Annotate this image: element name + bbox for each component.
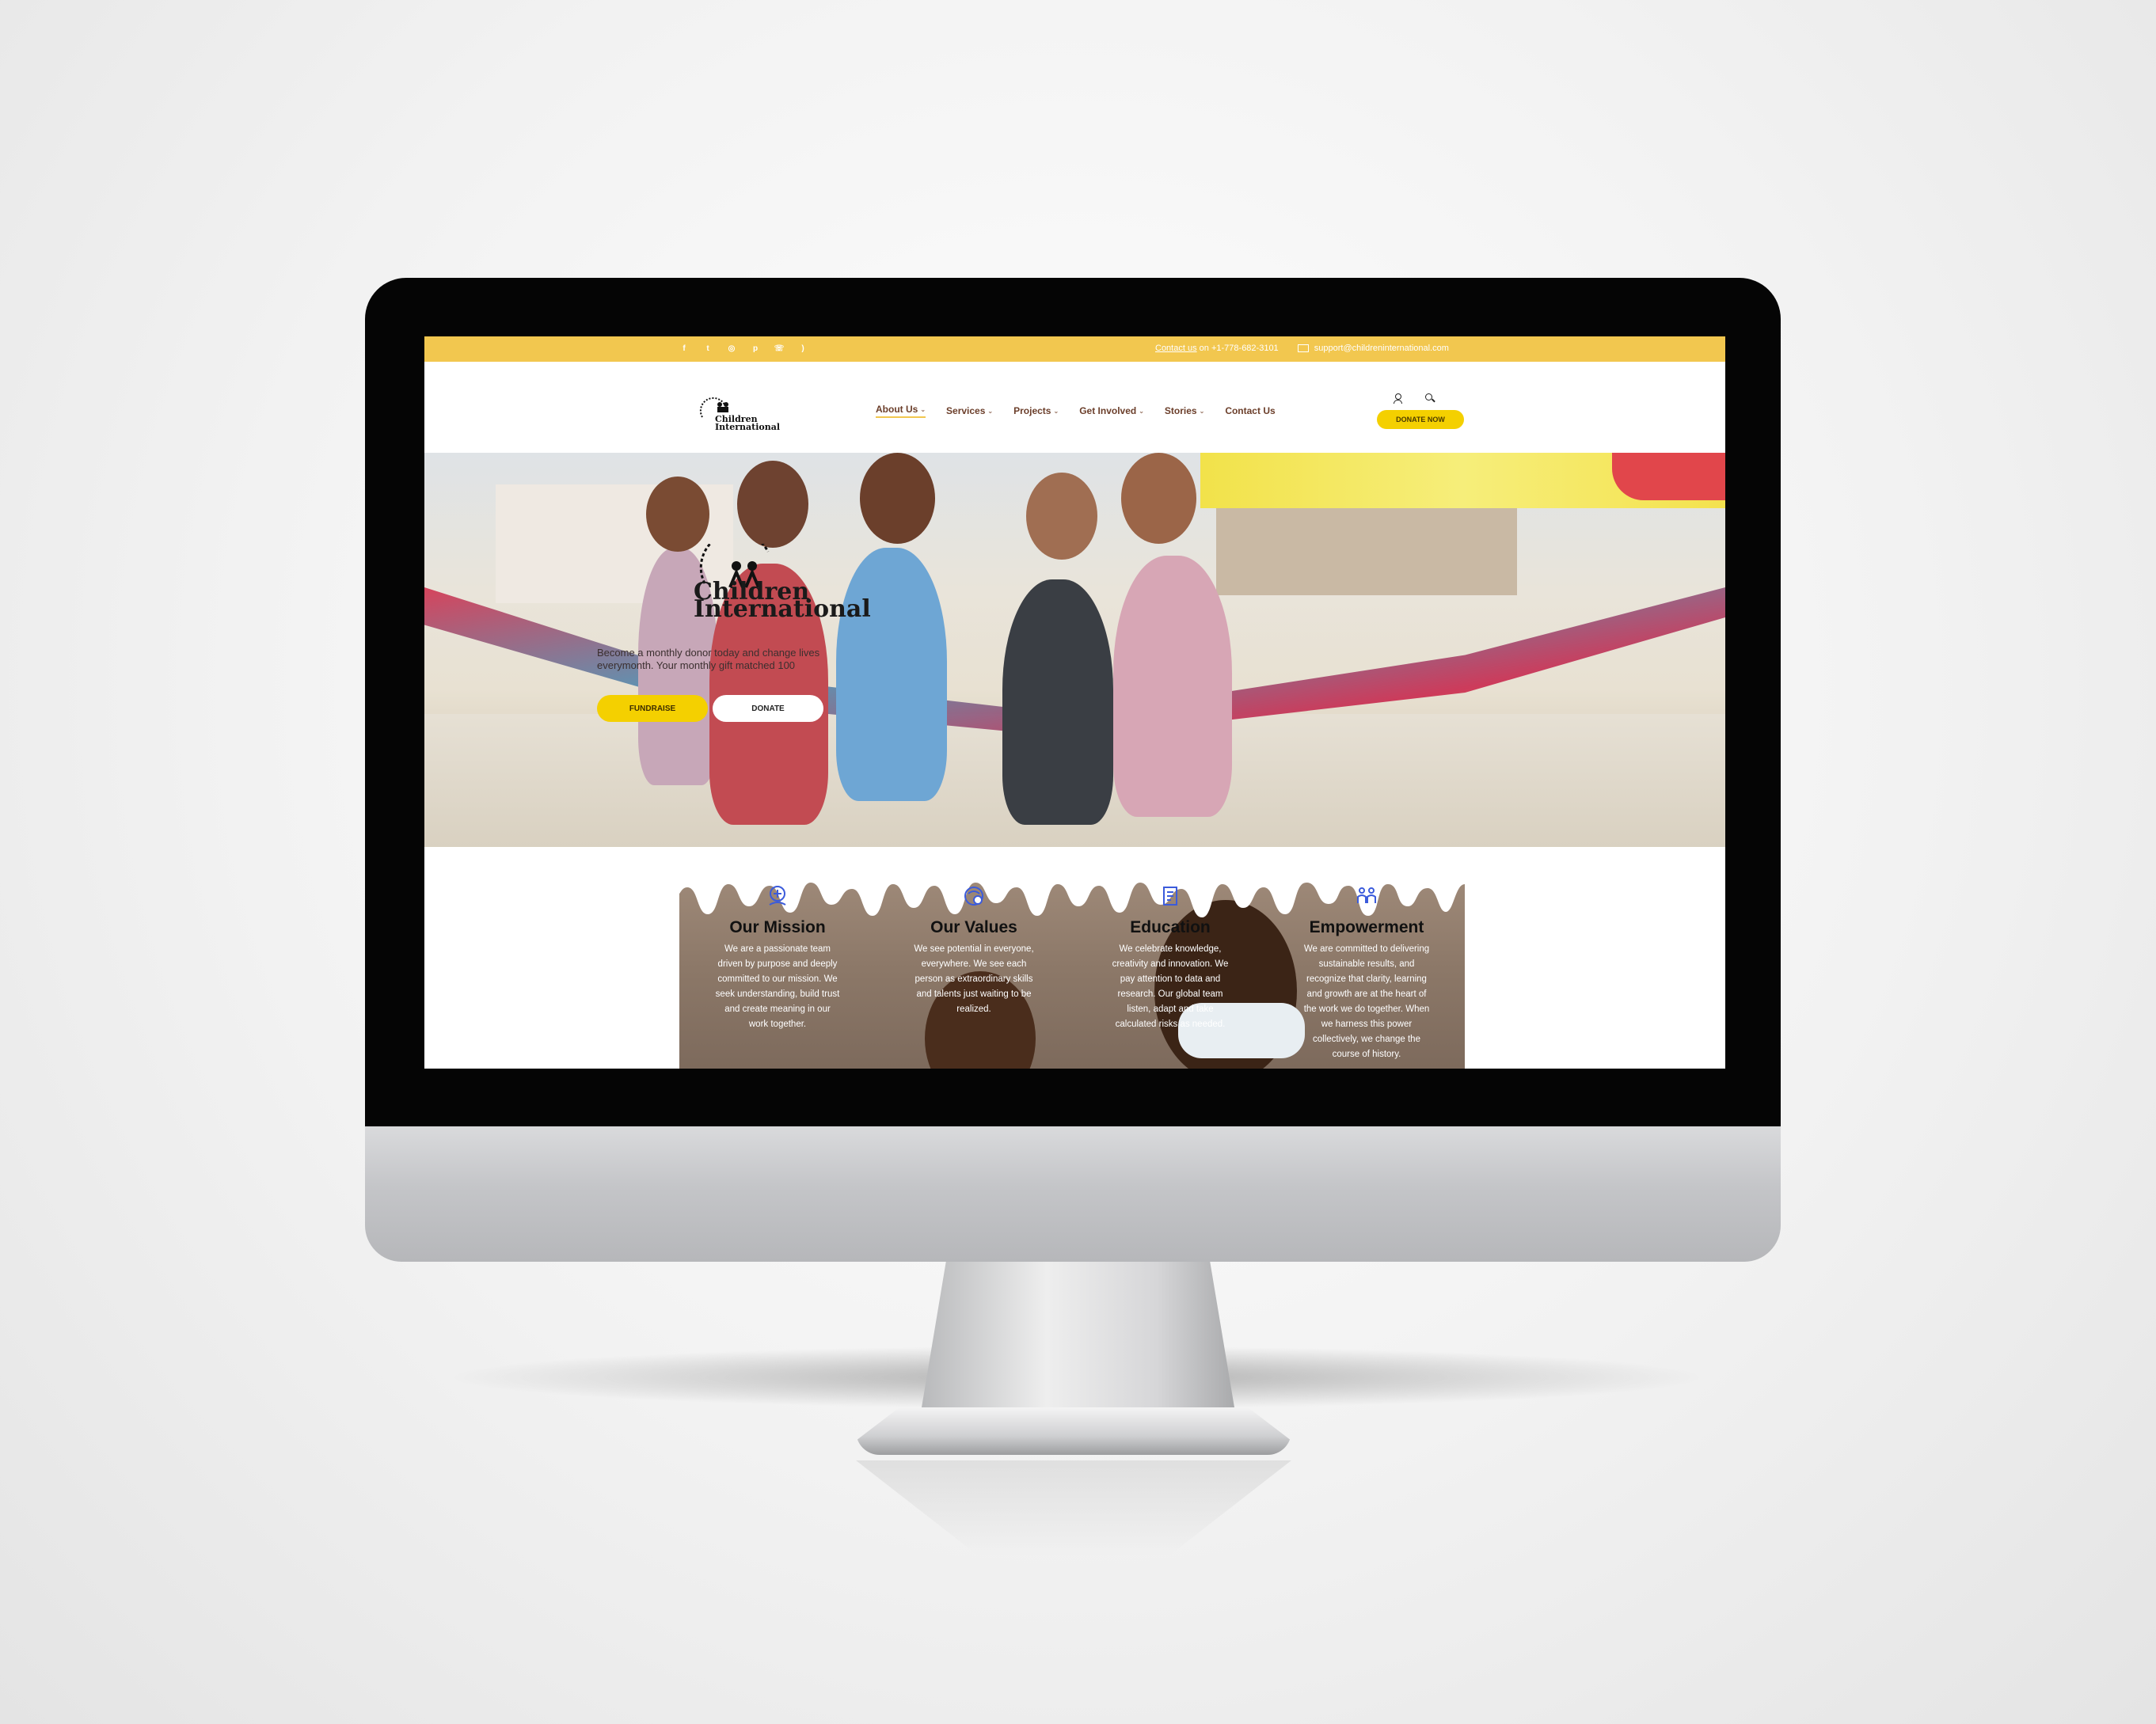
chevron-down-icon: ⌄ [1199, 407, 1205, 415]
search-icon[interactable] [1425, 393, 1435, 403]
empowerment-icon [1357, 887, 1376, 903]
feature-title: Empowerment [1309, 918, 1424, 936]
chevron-down-icon: ⌄ [987, 407, 994, 415]
twitter-icon[interactable]: t [702, 342, 714, 355]
feature-education: Education We celebrate knowledge, creati… [1091, 884, 1249, 1032]
hero-child-2-head [737, 461, 808, 548]
hero-child-5-head [1121, 453, 1196, 544]
website-screen: f t ◎ p ☏ ) Contact us on +1-778-682-310… [424, 336, 1725, 1069]
logo-line2: International [715, 422, 781, 432]
hero-logo: Children International [689, 530, 871, 631]
feature-title: Our Mission [729, 918, 826, 936]
contact-email-group: support@childreninternational.com [1297, 344, 1449, 353]
nav-about-us[interactable]: About Us ⌄ [876, 404, 926, 418]
mission-icon [769, 886, 786, 906]
hero-child-4-head [1026, 473, 1097, 560]
user-icon[interactable] [1394, 393, 1402, 404]
nav-label: About Us [876, 404, 918, 415]
nav-icons [1394, 393, 1435, 404]
chevron-down-icon: ⌄ [920, 405, 926, 413]
nav-contact-us[interactable]: Contact Us [1225, 404, 1275, 418]
contact-info: Contact us on +1-778-682-3101 support@ch… [1155, 344, 1449, 353]
chevron-down-icon: ⌄ [1139, 407, 1144, 415]
instagram-icon[interactable]: ◎ [725, 342, 738, 355]
hero-child-1-head [646, 477, 709, 552]
feature-text: We are a passionate team driven by purpo… [715, 944, 840, 1029]
top-bar: f t ◎ p ☏ ) Contact us on +1-778-682-310… [424, 336, 1725, 362]
main-navbar: Children International About Us ⌄ Servic… [424, 362, 1725, 453]
hero-child-5 [1113, 556, 1232, 817]
chevron-down-icon: ⌄ [1053, 407, 1059, 415]
nav-stories[interactable]: Stories ⌄ [1165, 404, 1204, 418]
monitor-stand-neck [921, 1262, 1235, 1412]
logo-text: Children International [715, 415, 781, 432]
nav-label: Get Involved [1079, 405, 1137, 416]
feature-title: Education [1130, 918, 1211, 936]
feature-our-mission: Our Mission We are a passionate team dri… [698, 884, 857, 1032]
hero-bg-storefront [1216, 508, 1517, 595]
feature-text: We celebrate knowledge, creativity and i… [1112, 944, 1229, 1029]
nav-get-involved[interactable]: Get Involved ⌄ [1079, 404, 1144, 418]
hero-bg-red-sign [1612, 453, 1725, 500]
contact-us-link[interactable]: Contact us [1155, 344, 1197, 353]
monitor-stand-base [856, 1407, 1291, 1455]
hero-child-4 [1002, 579, 1113, 825]
education-icon [1163, 887, 1177, 906]
hero-child-3-head [860, 453, 935, 544]
feature-empowerment: Empowerment We are committed to deliveri… [1287, 884, 1446, 1062]
hero-banner: Children International Become a monthly … [424, 453, 1725, 847]
nav-services[interactable]: Services ⌄ [946, 404, 993, 418]
site-logo[interactable]: Children International [698, 393, 781, 433]
hero-tagline: Become a monthly donor today and change … [597, 647, 820, 671]
phone-number[interactable]: +1-778-682-3101 [1211, 344, 1279, 353]
social-links: f t ◎ p ☏ ) [678, 342, 809, 355]
contact-on-text: on [1199, 344, 1209, 353]
monitor-chin [365, 1126, 1781, 1262]
donate-now-button[interactable]: DONATE NOW [1377, 410, 1464, 429]
nav-label: Contact Us [1225, 405, 1276, 416]
nav-projects[interactable]: Projects ⌄ [1013, 404, 1059, 418]
fundraise-button[interactable]: FUNDRAISE [597, 695, 708, 722]
features-section: Our Mission We are a passionate team dri… [679, 868, 1465, 1069]
nav-label: Stories [1164, 405, 1197, 416]
hero-logo-text: Children International [694, 580, 871, 623]
feature-title: Our Values [930, 918, 1017, 936]
pinterest-icon[interactable]: p [749, 342, 762, 355]
whatsapp-icon[interactable]: ☏ [773, 342, 785, 355]
email-link[interactable]: support@childreninternational.com [1314, 344, 1449, 353]
contact-phone-group: Contact us on +1-778-682-3101 [1155, 344, 1279, 353]
feature-our-values: Our Values We see potential in everyone,… [895, 884, 1053, 1017]
feature-text: We see potential in everyone, everywhere… [914, 944, 1034, 1014]
donate-button[interactable]: DONATE [713, 695, 823, 722]
rss-icon[interactable]: ) [797, 342, 809, 355]
nav-label: Services [946, 405, 986, 416]
facebook-icon[interactable]: f [678, 342, 690, 355]
stand-reflection [856, 1460, 1291, 1555]
primary-nav: About Us ⌄ Services ⌄ Projects ⌄ Get Inv… [876, 404, 1276, 418]
values-icon [964, 887, 983, 906]
mail-icon [1297, 344, 1309, 353]
nav-label: Projects [1013, 405, 1051, 416]
hero-logo-line2: International [694, 595, 871, 623]
feature-text: We are committed to delivering sustainab… [1303, 944, 1430, 1059]
